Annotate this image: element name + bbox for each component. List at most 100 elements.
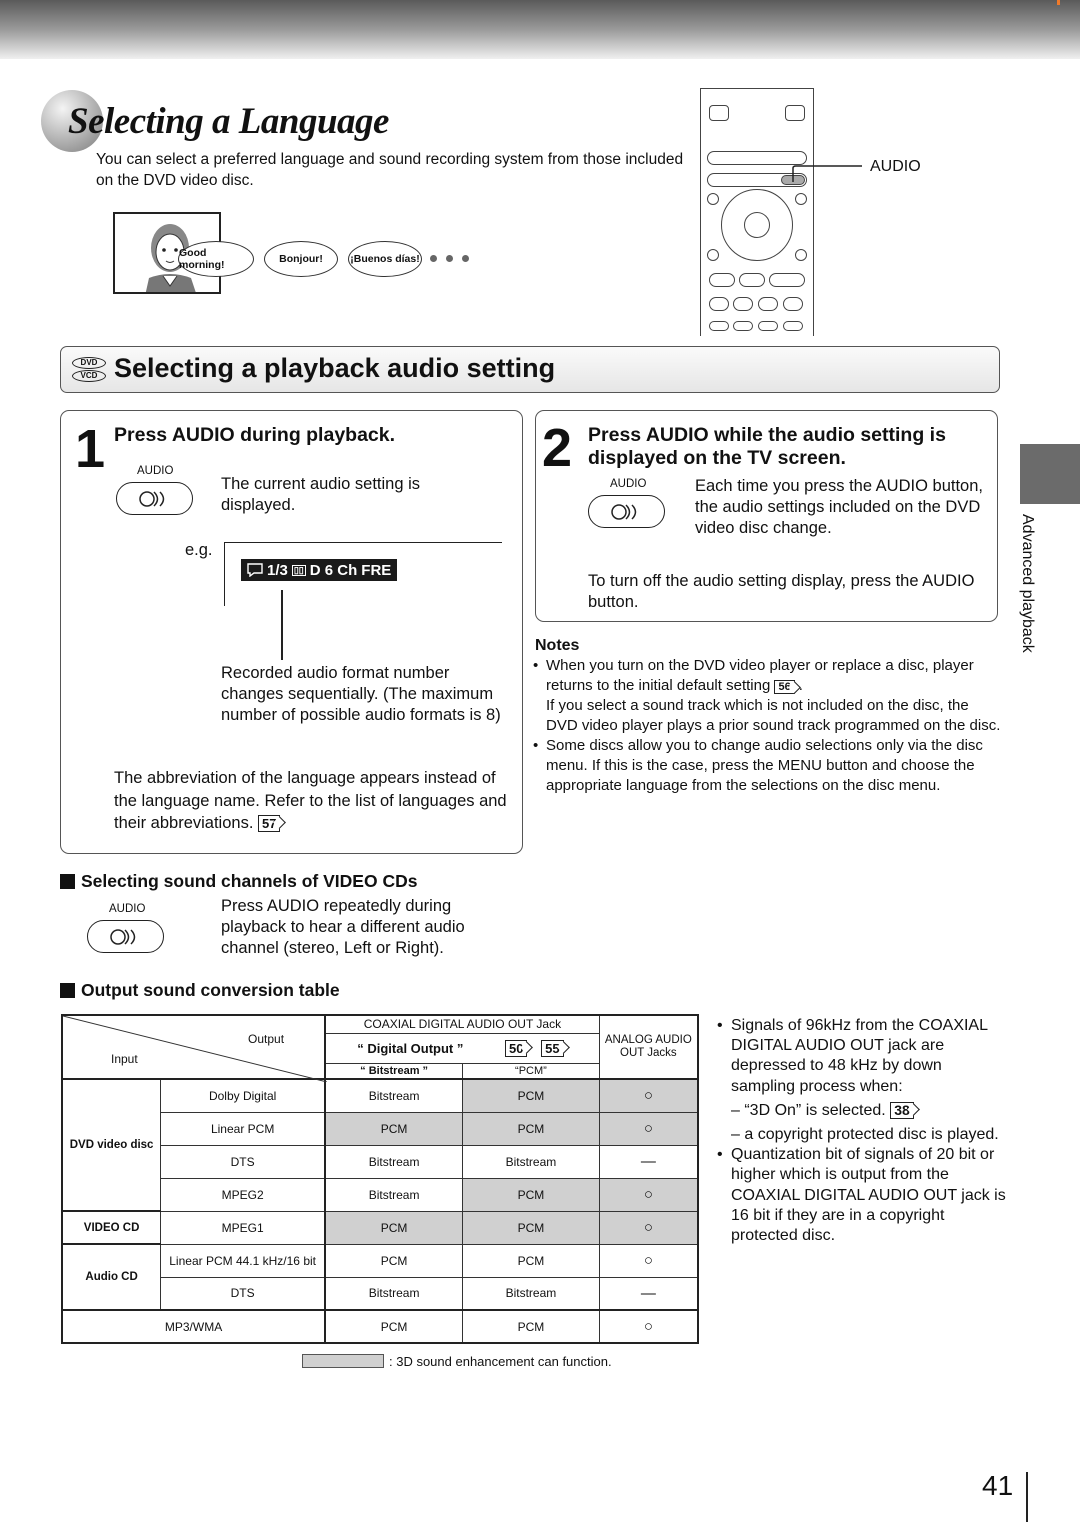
diagonal-divider <box>63 1016 327 1082</box>
section-title: Selecting a playback audio setting <box>114 353 556 383</box>
callout-line <box>281 590 283 660</box>
bitstream-cell: PCM <box>324 1243 464 1278</box>
pcm-cell: PCM <box>462 1078 600 1113</box>
note-item: Some discs allow you to change audio sel… <box>533 736 1003 796</box>
dvd-icon: DVD <box>72 357 106 369</box>
pcm-cell: PCM <box>462 1210 600 1245</box>
analog-cell: ○ <box>598 1177 699 1212</box>
legend-swatch <box>302 1354 384 1368</box>
vcd-text: Press AUDIO repeatedly during playback t… <box>221 897 465 957</box>
analog-cell: ○ <box>598 1111 699 1146</box>
analog-cell: — <box>598 1144 699 1179</box>
remote-button <box>795 193 807 205</box>
table-row: MP3/WMA PCM PCM ○ <box>61 1309 699 1344</box>
notes-heading: Notes <box>535 637 580 654</box>
audio-button <box>87 920 164 953</box>
page-ref-56[interactable]: 56 <box>774 680 795 694</box>
square-bullet-icon <box>60 983 75 998</box>
remote-control-illustration <box>700 88 814 336</box>
chapter-tab-label: Advanced playback <box>1019 514 1036 653</box>
pcm-cell: PCM <box>462 1309 600 1344</box>
header-marker <box>1057 0 1060 5</box>
vcd-subheading: Selecting sound channels of VIDEO CDs <box>60 871 417 892</box>
output-header: Output <box>248 1032 285 1046</box>
analog-cell: ○ <box>598 1309 699 1344</box>
format-cell: Dolby Digital <box>160 1078 326 1113</box>
remote-button <box>733 321 753 331</box>
format-cell: MPEG1 <box>160 1210 326 1245</box>
coaxial-header: COAXIAL DIGITAL AUDIO OUT Jack <box>324 1014 600 1034</box>
analog-cell: ○ <box>598 1210 699 1245</box>
audio-waves-icon <box>109 928 135 945</box>
format-cell: Linear PCM 44.1 kHz/16 bit <box>160 1243 326 1278</box>
analog-cell: ○ <box>598 1243 699 1278</box>
audio-button <box>588 495 665 528</box>
digital-output-header: “ Digital Output ” 50 55 <box>324 1032 600 1064</box>
bitstream-cell: PCM <box>324 1111 464 1146</box>
format-cell: MP3/WMA <box>61 1309 326 1344</box>
remote-button <box>709 273 735 287</box>
remote-button <box>795 249 807 261</box>
vcd-icon: VCD <box>72 370 106 382</box>
pcm-cell: PCM <box>462 1111 600 1146</box>
page-ref-38[interactable]: 38 <box>890 1101 914 1119</box>
remote-button <box>769 273 805 287</box>
audio-osd-display: 1/3 ▯▯ D 6 Ch FRE <box>241 559 398 581</box>
disc-type-cell: DVD video disc <box>61 1078 162 1212</box>
table-row: VIDEO CD MPEG1 PCM PCM ○ <box>61 1210 699 1245</box>
pcm-cell: Bitstream <box>462 1144 600 1179</box>
speech-bubble: Bonjour! <box>264 241 338 277</box>
signal-note-item: Signals of 96kHz from the COAXIAL DIGITA… <box>717 1016 1007 1145</box>
analog-cell: — <box>598 1276 699 1311</box>
header-band <box>0 0 1080 59</box>
format-cell: MPEG2 <box>160 1177 326 1212</box>
audio-button-label: AUDIO <box>109 903 146 915</box>
page-title: Selecting a Language <box>68 101 389 142</box>
page-ref-50[interactable]: 50 <box>505 1039 528 1057</box>
eg-label: e.g. <box>185 541 213 559</box>
disc-type-cell: VIDEO CD <box>61 1210 162 1245</box>
intro-text: You can select a preferred language and … <box>96 151 684 189</box>
bitstream-cell: PCM <box>324 1210 464 1245</box>
pcm-setting-header: “PCM” <box>462 1062 600 1080</box>
remote-button <box>707 193 719 205</box>
bitstream-cell: Bitstream <box>324 1276 464 1311</box>
notes-list: When you turn on the DVD video player or… <box>533 656 1003 796</box>
speech-icon <box>247 563 263 577</box>
page-number-rule <box>1026 1472 1028 1522</box>
square-bullet-icon <box>60 874 75 889</box>
bitstream-cell: Bitstream <box>324 1177 464 1212</box>
step2-number: 2 <box>542 418 573 478</box>
step2-heading: Press AUDIO while the audio setting is d… <box>588 424 946 469</box>
remote-enter <box>744 212 770 238</box>
chapter-tab <box>1020 444 1080 504</box>
table-row: Audio CD Linear PCM 44.1 kHz/16 bit PCM PCM… <box>61 1243 699 1311</box>
osd-count: 1/3 <box>267 561 288 579</box>
format-cell: Linear PCM <box>160 1111 326 1146</box>
speech-bubble: ¡Buenos días! <box>348 241 422 277</box>
pcm-cell: Bitstream <box>462 1276 600 1311</box>
step1-number: 1 <box>75 419 106 479</box>
audio-button-label: AUDIO <box>137 465 174 477</box>
page-ref-57[interactable]: 57 <box>258 815 281 832</box>
audio-waves-icon <box>610 503 636 520</box>
audio-button-label: AUDIO <box>610 478 647 490</box>
table-corner-header: Output Input <box>61 1014 327 1082</box>
remote-button <box>733 297 753 311</box>
step2-text: Each time you press the AUDIO button, th… <box>695 477 983 537</box>
note-item: When you turn on the DVD video player or… <box>533 656 1003 736</box>
abbr-text: The abbreviation of the language appears… <box>114 769 507 832</box>
disc-type-icons: DVD VCD <box>72 357 106 383</box>
signal-notes: Signals of 96kHz from the COAXIAL DIGITA… <box>717 1016 1007 1246</box>
step2-off-text: To turn off the audio setting display, p… <box>588 572 975 611</box>
page-ref-55[interactable]: 55 <box>541 1039 564 1057</box>
dolby-icon: ▯▯ <box>291 564 306 576</box>
step1-text: The current audio setting is displayed. <box>221 475 421 514</box>
bitstream-cell: PCM <box>324 1309 464 1344</box>
bitstream-setting-header: “ Bitstream ” <box>324 1062 464 1080</box>
remote-button <box>783 297 803 311</box>
osd-format: D 6 Ch <box>309 561 358 579</box>
osd-language: FRE <box>361 561 392 579</box>
input-header: Input <box>111 1052 138 1066</box>
table-subheading: Output sound conversion table <box>60 980 340 1001</box>
